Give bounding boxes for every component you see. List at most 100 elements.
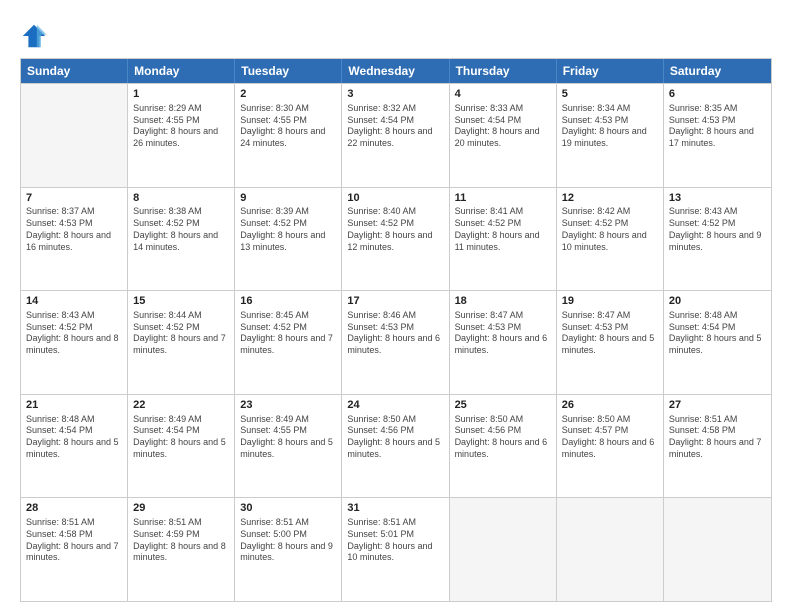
week-row-3: 14Sunrise: 8:43 AM Sunset: 4:52 PM Dayli… — [21, 290, 771, 394]
cal-cell-5-5 — [450, 498, 557, 601]
day-number: 2 — [240, 87, 336, 102]
day-info: Sunrise: 8:48 AM Sunset: 4:54 PM Dayligh… — [26, 414, 122, 461]
day-info: Sunrise: 8:47 AM Sunset: 4:53 PM Dayligh… — [562, 310, 658, 357]
day-number: 10 — [347, 191, 443, 206]
day-number: 26 — [562, 398, 658, 413]
day-number: 17 — [347, 294, 443, 309]
day-number: 30 — [240, 501, 336, 516]
day-number: 18 — [455, 294, 551, 309]
day-info: Sunrise: 8:40 AM Sunset: 4:52 PM Dayligh… — [347, 206, 443, 253]
cal-cell-3-1: 14Sunrise: 8:43 AM Sunset: 4:52 PM Dayli… — [21, 291, 128, 394]
day-number: 13 — [669, 191, 766, 206]
day-info: Sunrise: 8:51 AM Sunset: 4:58 PM Dayligh… — [669, 414, 766, 461]
cal-cell-2-1: 7Sunrise: 8:37 AM Sunset: 4:53 PM Daylig… — [21, 188, 128, 291]
day-info: Sunrise: 8:51 AM Sunset: 5:01 PM Dayligh… — [347, 517, 443, 564]
cal-cell-5-7 — [664, 498, 771, 601]
cal-cell-3-2: 15Sunrise: 8:44 AM Sunset: 4:52 PM Dayli… — [128, 291, 235, 394]
cal-cell-2-6: 12Sunrise: 8:42 AM Sunset: 4:52 PM Dayli… — [557, 188, 664, 291]
header-day-wednesday: Wednesday — [342, 59, 449, 83]
header-day-thursday: Thursday — [450, 59, 557, 83]
day-info: Sunrise: 8:44 AM Sunset: 4:52 PM Dayligh… — [133, 310, 229, 357]
day-number: 23 — [240, 398, 336, 413]
cal-cell-1-1 — [21, 84, 128, 187]
day-info: Sunrise: 8:48 AM Sunset: 4:54 PM Dayligh… — [669, 310, 766, 357]
day-info: Sunrise: 8:42 AM Sunset: 4:52 PM Dayligh… — [562, 206, 658, 253]
day-number: 6 — [669, 87, 766, 102]
week-row-2: 7Sunrise: 8:37 AM Sunset: 4:53 PM Daylig… — [21, 187, 771, 291]
cal-cell-4-5: 25Sunrise: 8:50 AM Sunset: 4:56 PM Dayli… — [450, 395, 557, 498]
day-number: 12 — [562, 191, 658, 206]
day-info: Sunrise: 8:45 AM Sunset: 4:52 PM Dayligh… — [240, 310, 336, 357]
header-day-saturday: Saturday — [664, 59, 771, 83]
day-info: Sunrise: 8:33 AM Sunset: 4:54 PM Dayligh… — [455, 103, 551, 150]
cal-cell-5-3: 30Sunrise: 8:51 AM Sunset: 5:00 PM Dayli… — [235, 498, 342, 601]
day-info: Sunrise: 8:29 AM Sunset: 4:55 PM Dayligh… — [133, 103, 229, 150]
cal-cell-2-3: 9Sunrise: 8:39 AM Sunset: 4:52 PM Daylig… — [235, 188, 342, 291]
cal-cell-2-2: 8Sunrise: 8:38 AM Sunset: 4:52 PM Daylig… — [128, 188, 235, 291]
week-row-5: 28Sunrise: 8:51 AM Sunset: 4:58 PM Dayli… — [21, 497, 771, 601]
day-info: Sunrise: 8:38 AM Sunset: 4:52 PM Dayligh… — [133, 206, 229, 253]
cal-cell-1-5: 4Sunrise: 8:33 AM Sunset: 4:54 PM Daylig… — [450, 84, 557, 187]
cal-cell-4-4: 24Sunrise: 8:50 AM Sunset: 4:56 PM Dayli… — [342, 395, 449, 498]
cal-cell-3-4: 17Sunrise: 8:46 AM Sunset: 4:53 PM Dayli… — [342, 291, 449, 394]
cal-cell-4-2: 22Sunrise: 8:49 AM Sunset: 4:54 PM Dayli… — [128, 395, 235, 498]
day-number: 28 — [26, 501, 122, 516]
header — [20, 18, 772, 50]
day-number: 20 — [669, 294, 766, 309]
cal-cell-5-6 — [557, 498, 664, 601]
day-info: Sunrise: 8:43 AM Sunset: 4:52 PM Dayligh… — [26, 310, 122, 357]
day-info: Sunrise: 8:51 AM Sunset: 4:58 PM Dayligh… — [26, 517, 122, 564]
header-day-monday: Monday — [128, 59, 235, 83]
day-number: 25 — [455, 398, 551, 413]
day-number: 29 — [133, 501, 229, 516]
cal-cell-4-7: 27Sunrise: 8:51 AM Sunset: 4:58 PM Dayli… — [664, 395, 771, 498]
day-number: 3 — [347, 87, 443, 102]
day-info: Sunrise: 8:35 AM Sunset: 4:53 PM Dayligh… — [669, 103, 766, 150]
day-info: Sunrise: 8:39 AM Sunset: 4:52 PM Dayligh… — [240, 206, 336, 253]
cal-cell-2-4: 10Sunrise: 8:40 AM Sunset: 4:52 PM Dayli… — [342, 188, 449, 291]
day-number: 14 — [26, 294, 122, 309]
day-number: 1 — [133, 87, 229, 102]
calendar-header: SundayMondayTuesdayWednesdayThursdayFrid… — [21, 59, 771, 83]
day-info: Sunrise: 8:34 AM Sunset: 4:53 PM Dayligh… — [562, 103, 658, 150]
cal-cell-3-6: 19Sunrise: 8:47 AM Sunset: 4:53 PM Dayli… — [557, 291, 664, 394]
day-number: 19 — [562, 294, 658, 309]
day-number: 22 — [133, 398, 229, 413]
day-info: Sunrise: 8:50 AM Sunset: 4:56 PM Dayligh… — [455, 414, 551, 461]
cal-cell-1-4: 3Sunrise: 8:32 AM Sunset: 4:54 PM Daylig… — [342, 84, 449, 187]
cal-cell-5-4: 31Sunrise: 8:51 AM Sunset: 5:01 PM Dayli… — [342, 498, 449, 601]
header-day-friday: Friday — [557, 59, 664, 83]
day-number: 11 — [455, 191, 551, 206]
day-info: Sunrise: 8:41 AM Sunset: 4:52 PM Dayligh… — [455, 206, 551, 253]
cal-cell-4-3: 23Sunrise: 8:49 AM Sunset: 4:55 PM Dayli… — [235, 395, 342, 498]
day-info: Sunrise: 8:50 AM Sunset: 4:56 PM Dayligh… — [347, 414, 443, 461]
day-number: 16 — [240, 294, 336, 309]
day-info: Sunrise: 8:50 AM Sunset: 4:57 PM Dayligh… — [562, 414, 658, 461]
day-info: Sunrise: 8:47 AM Sunset: 4:53 PM Dayligh… — [455, 310, 551, 357]
day-info: Sunrise: 8:30 AM Sunset: 4:55 PM Dayligh… — [240, 103, 336, 150]
cal-cell-5-1: 28Sunrise: 8:51 AM Sunset: 4:58 PM Dayli… — [21, 498, 128, 601]
day-number: 7 — [26, 191, 122, 206]
day-info: Sunrise: 8:51 AM Sunset: 4:59 PM Dayligh… — [133, 517, 229, 564]
cal-cell-3-3: 16Sunrise: 8:45 AM Sunset: 4:52 PM Dayli… — [235, 291, 342, 394]
week-row-4: 21Sunrise: 8:48 AM Sunset: 4:54 PM Dayli… — [21, 394, 771, 498]
day-info: Sunrise: 8:49 AM Sunset: 4:54 PM Dayligh… — [133, 414, 229, 461]
day-number: 31 — [347, 501, 443, 516]
week-row-1: 1Sunrise: 8:29 AM Sunset: 4:55 PM Daylig… — [21, 83, 771, 187]
logo-icon — [20, 22, 48, 50]
cal-cell-5-2: 29Sunrise: 8:51 AM Sunset: 4:59 PM Dayli… — [128, 498, 235, 601]
cal-cell-3-5: 18Sunrise: 8:47 AM Sunset: 4:53 PM Dayli… — [450, 291, 557, 394]
calendar: SundayMondayTuesdayWednesdayThursdayFrid… — [20, 58, 772, 602]
day-number: 9 — [240, 191, 336, 206]
cal-cell-4-1: 21Sunrise: 8:48 AM Sunset: 4:54 PM Dayli… — [21, 395, 128, 498]
cal-cell-1-2: 1Sunrise: 8:29 AM Sunset: 4:55 PM Daylig… — [128, 84, 235, 187]
day-number: 4 — [455, 87, 551, 102]
cal-cell-4-6: 26Sunrise: 8:50 AM Sunset: 4:57 PM Dayli… — [557, 395, 664, 498]
day-number: 21 — [26, 398, 122, 413]
page: SundayMondayTuesdayWednesdayThursdayFrid… — [0, 0, 792, 612]
day-number: 24 — [347, 398, 443, 413]
day-info: Sunrise: 8:49 AM Sunset: 4:55 PM Dayligh… — [240, 414, 336, 461]
cal-cell-2-5: 11Sunrise: 8:41 AM Sunset: 4:52 PM Dayli… — [450, 188, 557, 291]
cal-cell-2-7: 13Sunrise: 8:43 AM Sunset: 4:52 PM Dayli… — [664, 188, 771, 291]
header-day-sunday: Sunday — [21, 59, 128, 83]
